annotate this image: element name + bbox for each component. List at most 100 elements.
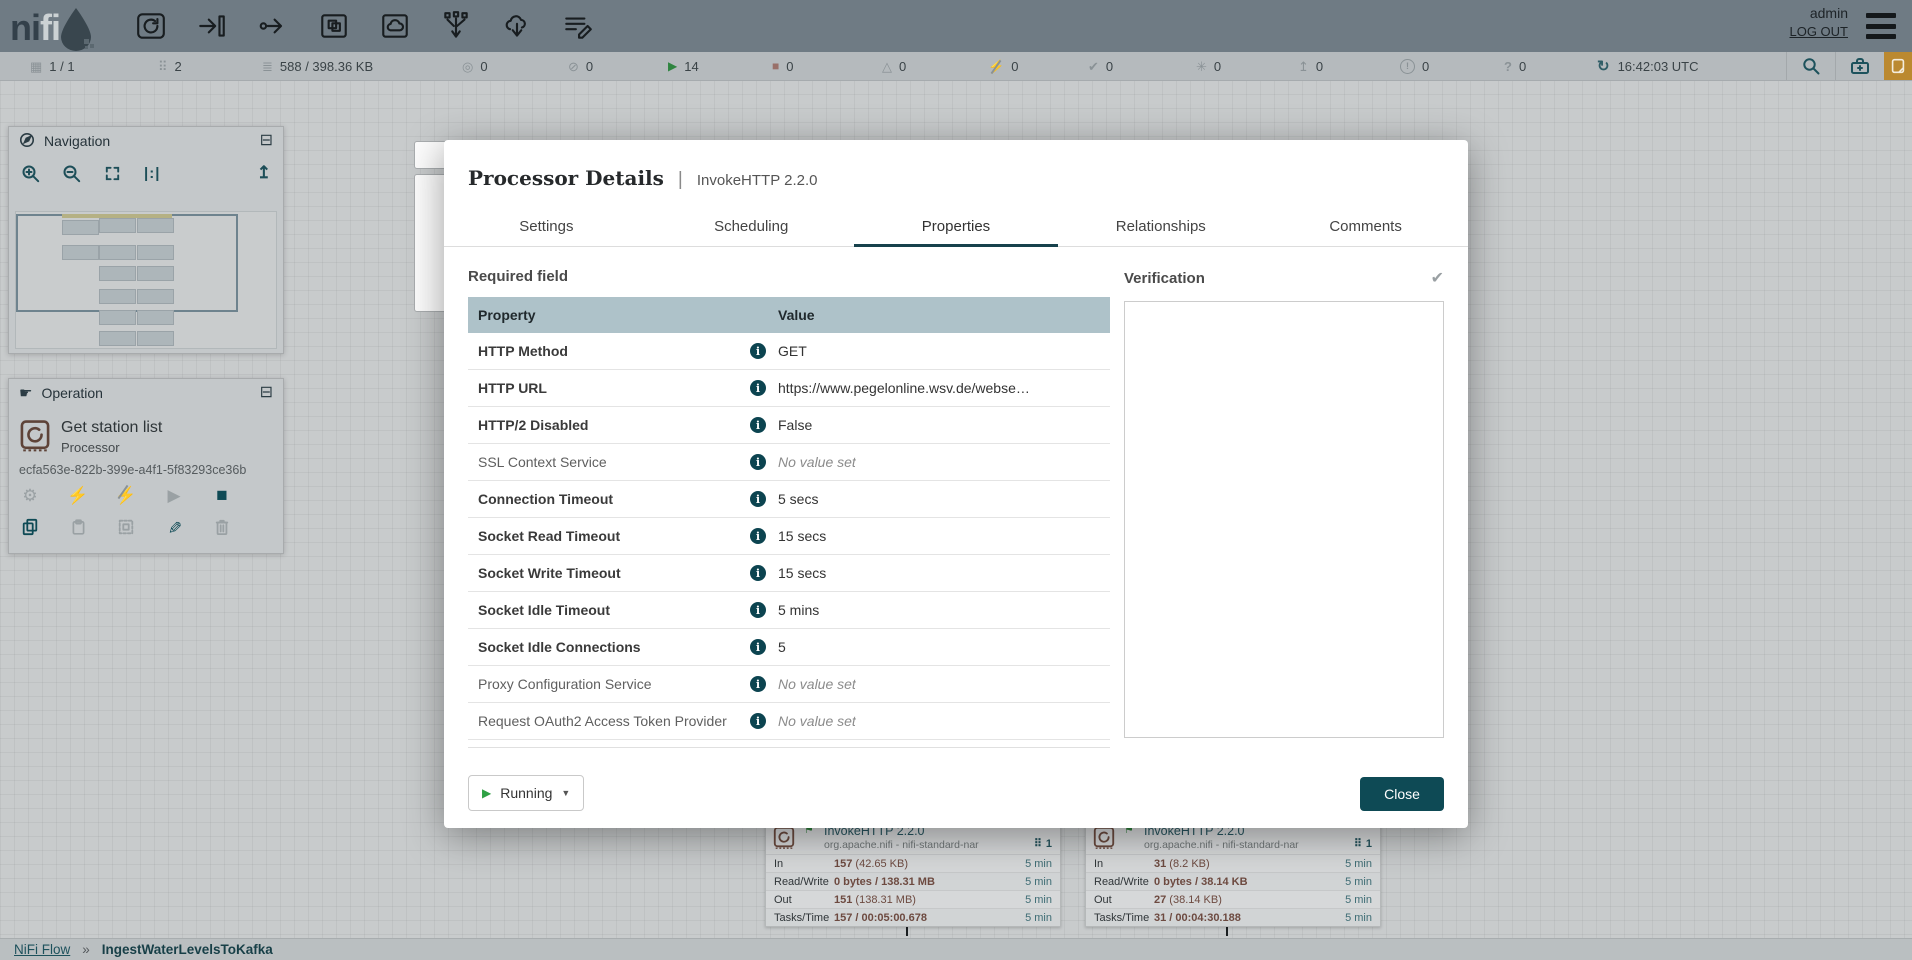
template-component-icon[interactable] xyxy=(498,7,536,45)
play-icon: ▶ xyxy=(167,487,180,504)
group-button[interactable] xyxy=(115,517,137,537)
verify-check-icon[interactable]: ✔ xyxy=(1431,268,1444,288)
info-icon[interactable]: i xyxy=(750,676,766,692)
bulletin-board-button[interactable] xyxy=(1836,52,1884,80)
paste-icon xyxy=(70,518,87,536)
info-icon[interactable]: i xyxy=(750,491,766,507)
minimap-node xyxy=(137,266,174,281)
zoom-in-button[interactable] xyxy=(21,164,40,183)
cluster-icon: ▦ xyxy=(30,60,42,73)
status-threads: ⠿2 xyxy=(158,52,182,80)
minimap-node xyxy=(99,218,136,233)
status-locally-modified: ✳0 xyxy=(1196,52,1221,80)
global-menu-icon[interactable] xyxy=(1866,13,1896,39)
breadcrumb-root-link[interactable]: NiFi Flow xyxy=(14,942,70,957)
start-button[interactable]: ▶ xyxy=(163,485,185,505)
minimap-node xyxy=(99,245,136,260)
bolt-icon: ⚡ xyxy=(67,487,88,504)
stat-row: Tasks/Time157 / 00:05:00.6785 min xyxy=(766,908,1060,926)
background-component xyxy=(414,141,448,169)
gear-icon: ⚙ xyxy=(22,487,37,504)
tab-relationships[interactable]: Relationships xyxy=(1058,207,1263,246)
title-separator: | xyxy=(678,169,683,191)
delete-button[interactable] xyxy=(211,517,233,537)
close-button[interactable]: Close xyxy=(1360,777,1444,811)
info-icon[interactable]: i xyxy=(750,380,766,396)
table-row: SSL Context ServiceiNo value set xyxy=(468,444,1110,481)
info-icon[interactable]: i xyxy=(750,417,766,433)
tab-comments[interactable]: Comments xyxy=(1263,207,1468,246)
collapse-icon[interactable]: ⊟ xyxy=(260,385,273,401)
zoom-actual-button[interactable]: |:| xyxy=(144,165,160,182)
navigation-panel-title: Navigation xyxy=(44,133,251,149)
stat-row: In157 (42.65 KB)5 min xyxy=(766,854,1060,872)
info-icon[interactable]: i xyxy=(750,639,766,655)
processor-stamp-icon xyxy=(1092,826,1116,855)
verification-results-box xyxy=(1124,301,1444,738)
dialog-subtitle: InvokeHTTP 2.2.0 xyxy=(697,172,818,189)
running-icon: ▶ xyxy=(668,60,677,72)
logout-link[interactable]: LOG OUT xyxy=(1789,24,1848,39)
run-state-dropdown[interactable]: ▶ Running ▼ xyxy=(468,775,584,811)
brush-icon: ✎ xyxy=(166,520,183,534)
navigation-panel: Navigation ⊟ |:| ↥ xyxy=(8,126,284,354)
operation-panel: ☛ Operation ⊟ Get station list Processor… xyxy=(8,378,284,554)
stop-button[interactable]: ■ xyxy=(211,485,233,505)
breadcrumb-current: IngestWaterLevelsToKafka xyxy=(102,942,273,957)
marquee-select-icon xyxy=(117,518,135,536)
tab-settings[interactable]: Settings xyxy=(444,207,649,246)
flow-analysis-notification-button[interactable] xyxy=(1884,52,1912,80)
disable-button[interactable]: ⚡ xyxy=(115,485,137,505)
unknown-version-icon: ? xyxy=(1504,60,1512,73)
color-button[interactable]: ✎ xyxy=(163,517,185,537)
info-icon[interactable]: i xyxy=(750,602,766,618)
funnel-component-icon[interactable] xyxy=(437,7,475,45)
stat-row: Tasks/Time31 / 00:04:30.1885 min xyxy=(1086,908,1380,926)
go-up-level-button[interactable]: ↥ xyxy=(257,163,271,183)
column-value: Value xyxy=(778,307,815,323)
locally-modified-icon: ✳ xyxy=(1196,60,1207,73)
status-cluster: ▦1 / 1 xyxy=(30,52,75,80)
tab-properties[interactable]: Properties xyxy=(854,207,1059,246)
chevron-down-icon: ▼ xyxy=(561,788,570,798)
configure-button[interactable]: ⚙ xyxy=(19,485,41,505)
paste-button[interactable] xyxy=(67,517,89,537)
processor-component-icon[interactable] xyxy=(132,7,170,45)
properties-table[interactable]: Property Value HTTP MethodiGET HTTP URLi… xyxy=(468,297,1110,748)
bolt-slash-icon: ⚡ xyxy=(115,487,136,504)
collapse-icon[interactable]: ⊟ xyxy=(260,133,273,149)
breadcrumb: NiFi Flow » IngestWaterLevelsToKafka xyxy=(0,938,1912,960)
search-button[interactable] xyxy=(1787,52,1835,80)
zoom-out-button[interactable] xyxy=(62,164,81,183)
info-icon[interactable]: i xyxy=(750,713,766,729)
zoom-fit-button[interactable] xyxy=(103,164,122,183)
copy-button[interactable] xyxy=(19,517,41,537)
minimap-node xyxy=(137,310,174,325)
output-port-component-icon[interactable] xyxy=(254,7,292,45)
verification-title: Verification xyxy=(1124,270,1205,287)
info-icon[interactable]: i xyxy=(750,565,766,581)
refresh-icon[interactable]: ↻ xyxy=(1597,57,1610,75)
nifi-logo: nifi xyxy=(10,4,98,52)
stop-icon: ■ xyxy=(216,486,227,505)
processor-tile[interactable]: ⚑ InvokeHTTP 2.2.0 org.apache.nifi - nif… xyxy=(1085,820,1381,927)
status-up-to-date: ✔0 xyxy=(1088,52,1113,80)
info-icon[interactable]: i xyxy=(750,528,766,544)
input-port-component-icon[interactable] xyxy=(193,7,231,45)
queued-icon: ≣ xyxy=(262,60,273,73)
label-component-icon[interactable] xyxy=(559,7,597,45)
tab-scheduling[interactable]: Scheduling xyxy=(649,207,854,246)
process-group-component-icon[interactable] xyxy=(315,7,353,45)
table-row: Proxy Configuration ServiceiNo value set xyxy=(468,666,1110,703)
run-state-label: Running xyxy=(500,785,552,801)
nifi-application: nifi xyxy=(0,0,1912,960)
info-icon[interactable]: i xyxy=(750,343,766,359)
stale-icon: ↥ xyxy=(1298,60,1309,73)
enable-button[interactable]: ⚡ xyxy=(67,485,89,505)
processor-tile[interactable]: ⚑ InvokeHTTP 2.2.0 org.apache.nifi - nif… xyxy=(765,820,1061,927)
remote-process-group-component-icon[interactable] xyxy=(376,7,414,45)
app-header: nifi xyxy=(0,0,1912,52)
minimap[interactable] xyxy=(15,211,277,349)
info-icon[interactable]: i xyxy=(750,454,766,470)
status-disabled: ⚡0 xyxy=(988,52,1018,80)
